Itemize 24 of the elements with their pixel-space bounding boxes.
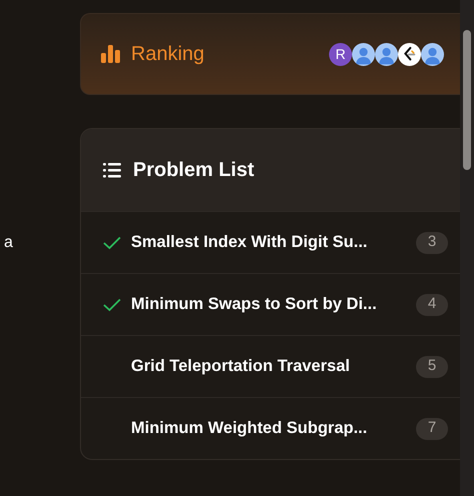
count-badge: 3 <box>416 232 448 254</box>
user-avatar[interactable]: R <box>329 42 352 66</box>
count-badge: 5 <box>416 356 448 378</box>
logo-avatar-icon[interactable] <box>398 42 421 66</box>
scrollbar-thumb[interactable] <box>463 30 471 170</box>
problem-row[interactable]: Minimum Swaps to Sort by Di... 4 <box>81 273 460 335</box>
ranking-card[interactable]: Ranking R <box>80 13 460 95</box>
person-avatar-icon[interactable] <box>352 42 375 66</box>
count-badge: 7 <box>416 418 448 440</box>
problem-row[interactable]: Smallest Index With Digit Su... 3 <box>81 211 460 273</box>
person-avatar-icon[interactable] <box>421 42 444 66</box>
side-text: a <box>4 233 13 253</box>
problem-title: Minimum Weighted Subgrap... <box>131 418 368 440</box>
problem-row[interactable]: Grid Teleportation Traversal 5 <box>81 335 460 397</box>
bar-chart-icon <box>101 45 121 63</box>
list-title: Problem List <box>133 158 254 183</box>
person-avatar-icon[interactable] <box>375 42 398 66</box>
problem-title: Minimum Swaps to Sort by Di... <box>131 294 377 316</box>
ranking-title: Ranking <box>131 42 204 67</box>
problem-title: Smallest Index With Digit Su... <box>131 232 368 254</box>
problem-row[interactable]: Minimum Weighted Subgrap... 7 <box>81 397 460 459</box>
problem-title: Grid Teleportation Traversal <box>131 356 350 378</box>
count-badge: 4 <box>416 294 448 316</box>
list-icon <box>103 162 121 178</box>
